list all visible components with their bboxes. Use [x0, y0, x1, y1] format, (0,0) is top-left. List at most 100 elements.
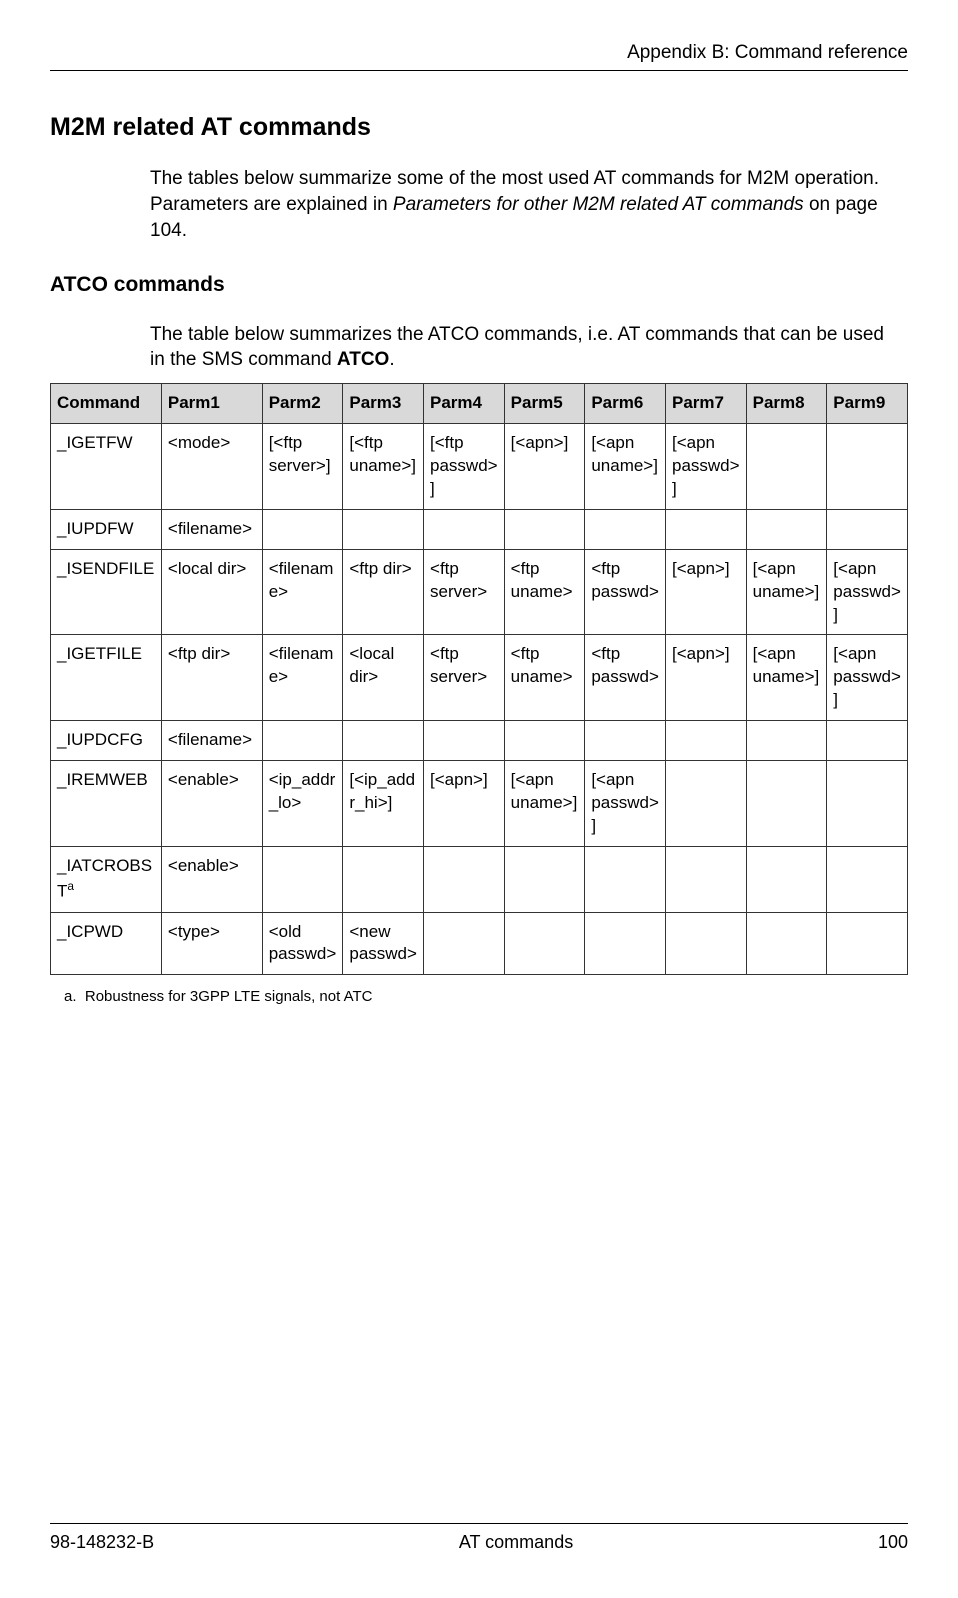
cell-parm — [665, 761, 746, 847]
cell-parm — [665, 509, 746, 549]
cell-parm: <ftp server> — [424, 549, 505, 635]
table-row: _IREMWEB<enable><ip_addr_lo>[<ip_addr_hi… — [51, 761, 908, 847]
intro2-bold: ATCO — [337, 349, 389, 370]
table-footnote: a. Robustness for 3GPP LTE signals, not … — [64, 987, 908, 1007]
cell-parm: [<apn passwd>] — [665, 423, 746, 509]
cell-parm — [827, 912, 908, 975]
cell-parm — [504, 847, 585, 913]
table-row: _IUPDFW<filename> — [51, 509, 908, 549]
cell-command: _IUPDCFG — [51, 721, 162, 761]
cell-parm: <local dir> — [343, 635, 424, 721]
table-row: _IGETFW<mode>[<ftp server>][<ftp uname>]… — [51, 423, 908, 509]
cell-parm — [746, 847, 827, 913]
cell-parm: [<apn uname>] — [746, 549, 827, 635]
cell-parm: <old passwd> — [262, 912, 343, 975]
cell-parm: [<apn uname>] — [504, 761, 585, 847]
cell-parm: [<apn passwd>] — [827, 549, 908, 635]
header-section-title: Appendix B: Command reference — [50, 40, 908, 66]
cell-parm — [746, 761, 827, 847]
cell-parm — [343, 509, 424, 549]
cell-parm: [<apn>] — [665, 635, 746, 721]
cell-parm: <ftp passwd> — [585, 635, 666, 721]
cell-parm: <local dir> — [161, 549, 262, 635]
table-row: _ISENDFILE<local dir><filename><ftp dir>… — [51, 549, 908, 635]
cell-parm — [746, 721, 827, 761]
table-row: _IUPDCFG<filename> — [51, 721, 908, 761]
cell-parm — [665, 847, 746, 913]
cell-parm: <type> — [161, 912, 262, 975]
cell-parm — [827, 721, 908, 761]
cell-parm — [827, 847, 908, 913]
cell-parm — [827, 423, 908, 509]
cell-parm: [<apn passwd>] — [585, 761, 666, 847]
cell-parm: <enable> — [161, 761, 262, 847]
intro-italic: Parameters for other M2M related AT comm… — [393, 194, 804, 215]
th-parm2: Parm2 — [262, 383, 343, 423]
cell-parm — [424, 509, 505, 549]
cell-parm: [<apn passwd>] — [827, 635, 908, 721]
cell-parm: <enable> — [161, 847, 262, 913]
th-parm8: Parm8 — [746, 383, 827, 423]
cell-parm — [424, 721, 505, 761]
cell-parm — [424, 847, 505, 913]
footnote-text: Robustness for 3GPP LTE signals, not ATC — [85, 988, 373, 1005]
cell-parm: [<ftp uname>] — [343, 423, 424, 509]
cell-parm — [746, 423, 827, 509]
cell-parm: [<apn>] — [504, 423, 585, 509]
heading-2: ATCO commands — [50, 271, 908, 299]
cell-parm — [424, 912, 505, 975]
cell-parm: <ftp passwd> — [585, 549, 666, 635]
cell-parm: [<apn uname>] — [746, 635, 827, 721]
cell-parm: <ip_addr_lo> — [262, 761, 343, 847]
cell-parm — [343, 847, 424, 913]
footer-chapter: AT commands — [459, 1530, 573, 1554]
cell-parm — [585, 912, 666, 975]
th-parm5: Parm5 — [504, 383, 585, 423]
cell-parm: <ftp uname> — [504, 549, 585, 635]
atco-commands-table: Command Parm1 Parm2 Parm3 Parm4 Parm5 Pa… — [50, 383, 908, 975]
footnote-ref: a — [67, 879, 74, 893]
intro-paragraph: The tables below summarize some of the m… — [150, 166, 898, 243]
cell-parm — [504, 912, 585, 975]
cell-parm — [585, 721, 666, 761]
cell-parm: [<ftp passwd>] — [424, 423, 505, 509]
cell-parm: [<apn>] — [665, 549, 746, 635]
intro2-after: . — [389, 349, 394, 370]
cell-parm — [585, 509, 666, 549]
intro2-paragraph: The table below summarizes the ATCO comm… — [150, 322, 898, 373]
cell-parm: <filename> — [262, 549, 343, 635]
table-row: _IGETFILE<ftp dir><filename><local dir><… — [51, 635, 908, 721]
cell-parm: <ftp dir> — [343, 549, 424, 635]
cell-parm: <filename> — [161, 721, 262, 761]
cell-parm: [<ftp server>] — [262, 423, 343, 509]
cell-command: _IATCROBSTa — [51, 847, 162, 913]
cell-parm: [<apn uname>] — [585, 423, 666, 509]
cell-parm — [262, 847, 343, 913]
th-parm7: Parm7 — [665, 383, 746, 423]
th-command: Command — [51, 383, 162, 423]
page-header: Appendix B: Command reference — [50, 40, 908, 71]
table-row: _ICPWD<type><old passwd><new passwd> — [51, 912, 908, 975]
footer-doc-id: 98-148232-B — [50, 1530, 154, 1554]
cell-parm — [827, 509, 908, 549]
footnote-marker: a. — [64, 988, 77, 1005]
cell-parm — [343, 721, 424, 761]
cell-parm: [<apn>] — [424, 761, 505, 847]
cell-parm: <filename> — [262, 635, 343, 721]
cell-parm: <mode> — [161, 423, 262, 509]
th-parm3: Parm3 — [343, 383, 424, 423]
cell-parm: [<ip_addr_hi>] — [343, 761, 424, 847]
table-header-row: Command Parm1 Parm2 Parm3 Parm4 Parm5 Pa… — [51, 383, 908, 423]
cell-parm — [585, 847, 666, 913]
th-parm6: Parm6 — [585, 383, 666, 423]
cell-parm — [665, 721, 746, 761]
cell-parm: <ftp server> — [424, 635, 505, 721]
th-parm1: Parm1 — [161, 383, 262, 423]
cell-parm: <filename> — [161, 509, 262, 549]
cell-parm — [827, 761, 908, 847]
cell-parm — [746, 912, 827, 975]
cell-parm — [746, 509, 827, 549]
cell-parm — [262, 721, 343, 761]
page-footer: 98-148232-B AT commands 100 — [50, 1523, 908, 1554]
intro2-text: The table below summarizes the ATCO comm… — [150, 324, 884, 371]
